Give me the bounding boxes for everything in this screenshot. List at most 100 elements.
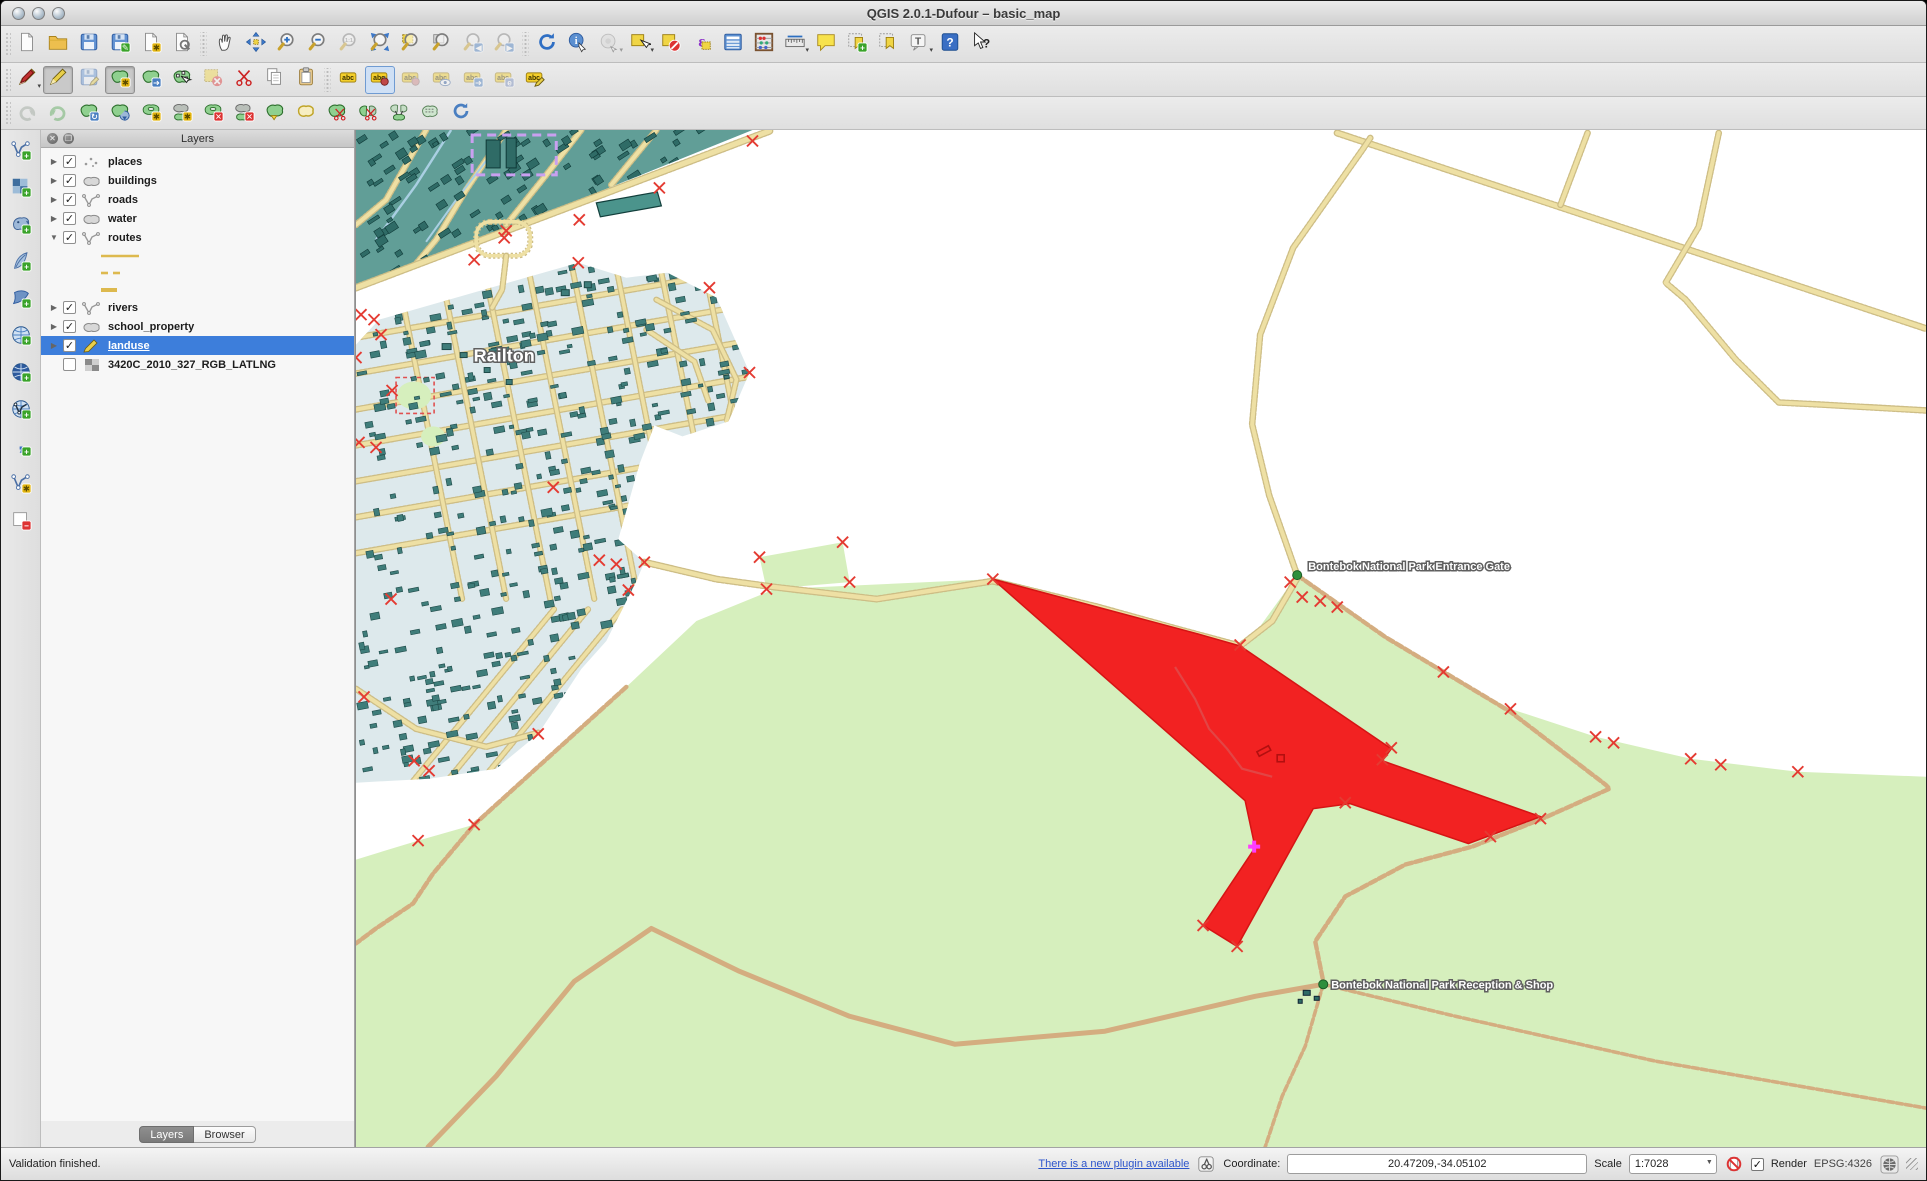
select-features-button[interactable]: ▾ (625, 30, 655, 58)
crs-globe-icon[interactable] (1879, 1154, 1899, 1174)
move-feature-button[interactable]: ➜ (136, 66, 166, 94)
layer-row-roads[interactable]: ▶✓roads (41, 190, 354, 209)
layer-visibility-checkbox[interactable]: ✓ (63, 320, 76, 333)
layer-visibility-checkbox[interactable] (63, 358, 76, 371)
open-project-button[interactable] (43, 30, 73, 58)
paste-features-button[interactable] (291, 66, 321, 94)
measure-button[interactable]: ▾ (780, 30, 810, 58)
add-ring-button[interactable]: ✱ (136, 99, 166, 127)
toggle-editing-button[interactable] (43, 66, 73, 94)
layer-visibility-checkbox[interactable]: ✓ (63, 339, 76, 352)
run-feature-action-button[interactable]: ▾ (594, 30, 624, 58)
rotate-point-symbols-button[interactable] (446, 99, 476, 127)
zoom-last-button[interactable]: ◀ (458, 30, 488, 58)
copy-features-button[interactable] (260, 66, 290, 94)
add-feature-button[interactable]: ✱ (105, 66, 135, 94)
add-wcs-layer-button[interactable]: + (6, 360, 36, 388)
layer-row-landuse[interactable]: ▶✓landuse (41, 336, 354, 355)
cut-features-button[interactable] (229, 66, 259, 94)
layer-row-rivers[interactable]: ▶✓rivers (41, 298, 354, 317)
minimize-window-button[interactable] (32, 7, 45, 20)
resize-grip[interactable] (1906, 1158, 1918, 1170)
scale-combo[interactable]: 1:7028▼ (1629, 1154, 1717, 1174)
plugin-available-link[interactable]: There is a new plugin available (1038, 1158, 1189, 1170)
plugin-icon[interactable] (1196, 1154, 1216, 1174)
redo-button[interactable] (43, 99, 73, 127)
whats-this-button[interactable]: ? (966, 30, 996, 58)
change-label-button[interactable]: abce (489, 66, 519, 94)
layer-visibility-checkbox[interactable]: ✓ (63, 174, 76, 187)
new-project-button[interactable] (12, 30, 42, 58)
layer-visibility-checkbox[interactable]: ✓ (63, 193, 76, 206)
layer-expander-icon[interactable]: ▶ (49, 157, 59, 166)
move-label-button[interactable]: abc (365, 66, 395, 94)
identify-features-button[interactable]: i (563, 30, 593, 58)
add-raster-layer-button[interactable]: + (6, 175, 36, 203)
layer-expander-icon[interactable]: ▶ (49, 214, 59, 223)
zoom-window-button[interactable] (52, 7, 65, 20)
zoom-native-button[interactable]: 1:1 (334, 30, 364, 58)
zoom-to-layer-button[interactable] (427, 30, 457, 58)
layer-visibility-checkbox[interactable]: ✓ (63, 212, 76, 225)
help-button[interactable]: ? (935, 30, 965, 58)
show-hide-labels-button[interactable]: abc (427, 66, 457, 94)
delete-selected-button[interactable] (198, 66, 228, 94)
pan-to-selection-button[interactable] (241, 30, 271, 58)
layer-visibility-checkbox[interactable]: ✓ (63, 155, 76, 168)
reshape-features-button[interactable] (260, 99, 290, 127)
coordinate-input[interactable]: 20.47209,-34.05102 (1287, 1154, 1587, 1174)
zoom-out-button[interactable] (303, 30, 333, 58)
pin-unpin-labels-button[interactable]: abc (396, 66, 426, 94)
add-part-button[interactable]: ✱ (167, 99, 197, 127)
open-attribute-table-button[interactable] (718, 30, 748, 58)
add-vector-layer-button[interactable]: + (6, 138, 36, 166)
layer-expander-icon[interactable]: ▶ (49, 195, 59, 204)
rotate-label-button[interactable]: abc➜ (458, 66, 488, 94)
save-project-as-button[interactable]: ✎ (105, 30, 135, 58)
zoom-to-selection-button[interactable] (396, 30, 426, 58)
label-properties-button[interactable]: abc (520, 66, 550, 94)
render-checkbox[interactable]: ✓ (1751, 1158, 1764, 1171)
new-bookmark-button[interactable]: + (842, 30, 872, 58)
reception-point[interactable] (1319, 980, 1328, 989)
add-mssql-layer-button[interactable]: + (6, 286, 36, 314)
map-canvas[interactable]: Railton Bontebok National Park Entrance … (355, 130, 1926, 1147)
current-edits-button[interactable]: ▾ (12, 66, 42, 94)
add-wfs-layer-button[interactable]: + (6, 397, 36, 425)
merge-features-button[interactable] (384, 99, 414, 127)
zoom-next-button[interactable]: ▶ (489, 30, 519, 58)
layer-row-routes[interactable]: ▼✓routes (41, 228, 354, 247)
close-window-button[interactable] (12, 7, 25, 20)
layer-visibility-checkbox[interactable]: ✓ (63, 301, 76, 314)
offset-curve-button[interactable] (291, 99, 321, 127)
refresh-map-button[interactable] (532, 30, 562, 58)
layer-labeling-button[interactable]: abc (334, 66, 364, 94)
layer-row-school_property[interactable]: ▶✓school_property (41, 317, 354, 336)
new-composer-button[interactable]: ✱ (136, 30, 166, 58)
remove-layer-button[interactable]: − (6, 508, 36, 536)
layer-row-water[interactable]: ▶✓water (41, 209, 354, 228)
undo-button[interactable] (12, 99, 42, 127)
layer-expander-icon[interactable]: ▶ (49, 322, 59, 331)
layer-expander-icon[interactable]: ▶ (49, 303, 59, 312)
layer-row-3420C_2010_327_RGB_LATLNG[interactable]: 3420C_2010_327_RGB_LATLNG (41, 355, 354, 374)
zoom-full-button[interactable] (365, 30, 395, 58)
map-tips-button[interactable] (811, 30, 841, 58)
field-calculator-button[interactable] (749, 30, 779, 58)
stop-render-icon[interactable] (1724, 1154, 1744, 1174)
save-layer-edits-button[interactable] (74, 66, 104, 94)
layer-row-places[interactable]: ▶✓places (41, 152, 354, 171)
panel-tab-browser[interactable]: Browser (194, 1126, 255, 1143)
new-shapefile-layer-button[interactable]: ✱ (6, 471, 36, 499)
select-by-expression-button[interactable]: ε (687, 30, 717, 58)
panel-close-icon[interactable]: ✕ (47, 133, 58, 144)
split-parts-button[interactable] (353, 99, 383, 127)
layer-visibility-checkbox[interactable]: ✓ (63, 231, 76, 244)
rotate-feature-button[interactable]: ↻ (74, 99, 104, 127)
composer-manager-button[interactable] (167, 30, 197, 58)
panel-tab-layers[interactable]: Layers (139, 1126, 194, 1143)
layer-expander-icon[interactable]: ▶ (49, 341, 59, 350)
pan-map-button[interactable] (210, 30, 240, 58)
panel-float-icon[interactable]: ❐ (63, 133, 74, 144)
split-features-button[interactable] (322, 99, 352, 127)
